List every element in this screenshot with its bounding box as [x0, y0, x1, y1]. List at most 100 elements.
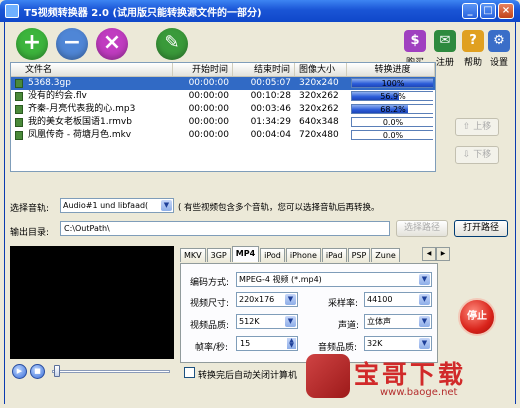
table-row[interactable]: 齐秦-月亮代表我的心.mp3 00:00:00 00:03:46 320x262 68.…	[11, 103, 435, 116]
video-quality-select[interactable]: 512K ▼	[236, 314, 298, 329]
progress-bar: 100%	[351, 78, 433, 88]
tab-mp4[interactable]: MP4	[231, 246, 260, 262]
seek-thumb[interactable]	[54, 365, 60, 377]
table-row[interactable]: 我的美女老板国语1.rmvb 00:00:00 01:34:29 640x348 0.0…	[11, 116, 435, 129]
track-select[interactable]: Audio#1 und libfaad( ▼	[60, 198, 174, 213]
size-cell: 320x240	[299, 78, 339, 88]
progress-cell: 56.9%	[347, 90, 433, 103]
size-cell: 640x348	[299, 117, 339, 127]
play-icon: ▶	[16, 367, 23, 375]
window-title: T5视频转换器 2.0 (试用版只能转换源文件的一部分)	[24, 8, 262, 19]
column-size[interactable]: 图像大小	[295, 63, 347, 76]
start-time-cell: 00:00:00	[188, 91, 229, 101]
column-start[interactable]: 开始时间	[173, 63, 233, 76]
video-file-icon	[15, 79, 23, 88]
start-time-cell: 00:00:00	[188, 130, 229, 140]
add-icon: +	[16, 28, 48, 60]
tab-iphone[interactable]: iPhone	[285, 248, 321, 262]
progress-cell: 0.0%	[347, 116, 433, 129]
close-button[interactable]: ×	[498, 3, 514, 19]
progress-bar: 68.2%	[351, 104, 433, 114]
remove-icon: −	[56, 28, 88, 60]
sample-rate-value: 44100	[367, 295, 393, 304]
tab-scroll-right[interactable]: ▶	[436, 247, 450, 261]
move-down-button[interactable]: ⇩ 下移	[455, 146, 499, 164]
tab-psp[interactable]: PSP	[347, 248, 371, 262]
chevron-down-icon: ▼	[419, 294, 430, 305]
output-label: 输出目录:	[10, 228, 50, 238]
tab-strip: MKV 3GP MP4 iPod iPhone iPad PSP Zune	[180, 246, 434, 262]
chevron-down-icon: ▼	[285, 294, 296, 305]
column-end[interactable]: 结束时间	[233, 63, 295, 76]
column-filename[interactable]: 文件名	[11, 63, 173, 76]
file-name: 5368.3gp	[28, 78, 71, 88]
encode-value: MPEG-4 视频 (*.mp4)	[239, 275, 322, 284]
sample-rate-select[interactable]: 44100 ▼	[364, 292, 432, 307]
file-list[interactable]: 文件名 开始时间 结束时间 图像大小 转换进度 5368.3gp 00:00:00…	[10, 62, 436, 172]
video-quality-value: 512K	[239, 317, 260, 326]
progress-cell: 68.2%	[347, 103, 433, 116]
table-row[interactable]: 5368.3gp 00:00:00 00:05:07 320x240 100%	[11, 77, 435, 90]
end-time-cell: 00:10:28	[250, 91, 291, 101]
progress-text: 68.2%	[380, 105, 406, 114]
fps-value: 15	[240, 339, 251, 348]
end-time-cell: 00:04:04	[250, 130, 291, 140]
channel-select[interactable]: 立体声 ▼	[364, 314, 432, 329]
format-tabs: MKV 3GP MP4 iPod iPhone iPad PSP Zune	[180, 246, 434, 262]
audio-quality-select[interactable]: 32K ▼	[364, 336, 432, 351]
table-row[interactable]: 没有的约会.flv 00:00:00 00:10:28 320x262 56.9%	[11, 90, 435, 103]
seek-bar[interactable]	[52, 370, 170, 373]
chevron-down-icon: ▼	[285, 316, 296, 327]
end-time-cell: 01:34:29	[250, 117, 291, 127]
tab-ipod[interactable]: iPod	[260, 248, 285, 262]
chevron-down-icon: ▼	[419, 274, 430, 285]
video-file-icon	[15, 92, 23, 101]
stop-button[interactable]: 停止	[458, 298, 496, 336]
chevron-down-icon: ▼	[419, 338, 430, 349]
file-name: 凤凰传奇 - 荷塘月色.mkv	[28, 130, 132, 140]
column-progress[interactable]: 转换进度	[347, 63, 435, 76]
play-button[interactable]: ▶	[12, 364, 27, 379]
tab-mkv[interactable]: MKV	[180, 248, 206, 262]
tab-scroll-left[interactable]: ◀	[422, 247, 436, 261]
fps-input[interactable]: 15 ▲ ▼	[236, 336, 298, 351]
chevron-down-icon: ▼	[419, 316, 430, 327]
tab-3gp[interactable]: 3GP	[206, 248, 231, 262]
file-list-header: 文件名 开始时间 结束时间 图像大小 转换进度	[11, 63, 435, 77]
shutdown-label: 转换完后自动关闭计算机	[198, 371, 298, 381]
watermark-url: www.baoge.net	[380, 387, 458, 398]
video-preview	[10, 246, 174, 359]
chevron-down-icon: ▼	[161, 200, 172, 211]
help-icon: ?	[462, 30, 484, 52]
progress-bar: 0.0%	[351, 130, 433, 140]
file-name: 没有的约会.flv	[28, 91, 87, 101]
video-file-icon	[15, 118, 23, 127]
video-size-value: 220x176	[239, 295, 275, 304]
settings-label: 设置	[489, 58, 508, 68]
table-row[interactable]: 凤凰传奇 - 荷塘月色.mkv 00:00:00 00:04:04 720x480 0.…	[11, 129, 435, 142]
spinner-icon[interactable]: ▲ ▼	[287, 338, 296, 349]
encode-select[interactable]: MPEG-4 视频 (*.mp4) ▼	[236, 272, 432, 287]
track-value: Audio#1 und libfaad(	[63, 201, 149, 210]
end-time-cell: 00:05:07	[250, 78, 291, 88]
sample-rate-label: 采样率:	[328, 299, 359, 309]
cart-icon: $	[404, 30, 426, 52]
video-file-icon	[15, 105, 23, 114]
file-rows: 5368.3gp 00:00:00 00:05:07 320x240 100% 没有的约会…	[11, 77, 435, 142]
tab-ipad[interactable]: iPad	[321, 248, 347, 262]
stop-playback-button[interactable]: ■	[30, 364, 45, 379]
progress-text: 100%	[381, 79, 405, 88]
minimize-button[interactable]: _	[462, 3, 478, 19]
video-size-select[interactable]: 220x176 ▼	[236, 292, 298, 307]
open-path-button[interactable]: 打开路径	[454, 220, 508, 237]
output-path-input[interactable]: C:\OutPath\	[60, 221, 390, 236]
file-name-cell: 凤凰传奇 - 荷塘月色.mkv	[11, 129, 173, 142]
move-up-button[interactable]: ⇧ 上移	[455, 118, 499, 136]
maximize-button[interactable]: □	[480, 3, 496, 19]
choose-path-button[interactable]: 选择路径	[396, 220, 448, 237]
size-cell: 320x262	[299, 91, 339, 101]
end-time-cell: 00:03:46	[250, 104, 291, 114]
settings-button[interactable]: ⚙ 设置	[484, 30, 514, 68]
shutdown-checkbox[interactable]	[184, 367, 195, 378]
tab-zune[interactable]: Zune	[371, 248, 400, 262]
